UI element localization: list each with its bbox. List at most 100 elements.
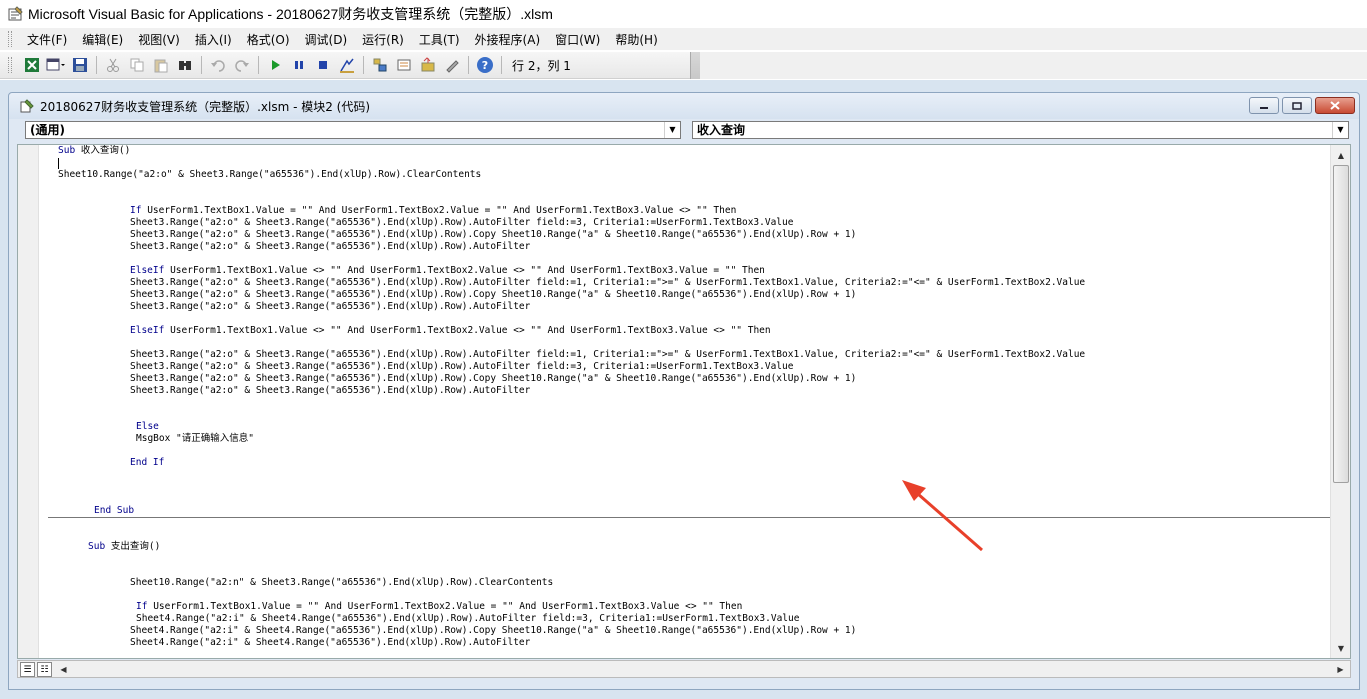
reset-icon[interactable] [313, 55, 333, 75]
code-line[interactable]: End If [130, 457, 164, 469]
procedure-view-icon[interactable]: ☰ [20, 662, 35, 677]
code-line[interactable]: MsgBox "请正确输入信息" [136, 433, 254, 445]
standard-toolbar: ? 行 2，列 1 [0, 52, 700, 79]
code-line[interactable]: Sheet3.Range("a2:o" & Sheet3.Range("a655… [130, 385, 530, 397]
code-line[interactable]: ElseIf UserForm1.TextBox1.Value <> "" An… [130, 325, 771, 337]
menu-tools[interactable]: 工具(T) [412, 29, 467, 50]
find-icon[interactable] [175, 55, 195, 75]
keyword: If [136, 601, 148, 612]
code-line[interactable]: ElseIf UserForm1.TextBox1.Value <> "" An… [130, 265, 765, 277]
menu-run[interactable]: 运行(R) [355, 29, 411, 50]
menu-file[interactable]: 文件(F) [20, 29, 74, 50]
code-line[interactable]: Sheet4.Range("a2:i" & Sheet4.Range("a655… [130, 625, 856, 637]
project-explorer-icon[interactable] [370, 55, 390, 75]
help-icon[interactable]: ? [475, 55, 495, 75]
menu-bar: 文件(F) 编辑(E) 视图(V) 插入(I) 格式(O) 调试(D) 运行(R… [0, 28, 1367, 50]
module-icon [19, 98, 35, 114]
window-controls [1246, 97, 1355, 114]
code-line[interactable]: Else [136, 421, 159, 433]
code-line[interactable]: Sheet3.Range("a2:o" & Sheet3.Range("a655… [130, 349, 1085, 361]
code-line[interactable]: Sub 收入查询() [58, 145, 130, 157]
code-line[interactable]: Sheet3.Range("a2:o" & Sheet3.Range("a655… [130, 373, 856, 385]
keyword: If [130, 205, 142, 216]
scroll-down-icon[interactable]: ▼ [1333, 640, 1349, 656]
object-browser-icon[interactable] [418, 55, 438, 75]
toolbar-grip[interactable] [8, 57, 12, 73]
keyword: Sub [58, 145, 76, 156]
vertical-scrollbar[interactable]: ▲ ▼ [1330, 145, 1350, 658]
object-dropdown[interactable]: (通用) ▼ [25, 121, 681, 139]
code-line[interactable]: If UserForm1.TextBox1.Value = "" And Use… [130, 205, 736, 217]
code-line[interactable]: Sub 支出查询() [88, 541, 160, 553]
restore-button[interactable] [1282, 97, 1312, 114]
menu-insert[interactable]: 插入(I) [188, 29, 239, 50]
margin-indicator-bar[interactable] [18, 145, 39, 658]
scroll-up-icon[interactable]: ▲ [1333, 147, 1349, 163]
code-line[interactable]: Sheet3.Range("a2:o" & Sheet3.Range("a655… [130, 289, 856, 301]
code-line[interactable]: Sheet3.Range("a2:o" & Sheet3.Range("a655… [130, 241, 530, 253]
design-mode-icon[interactable] [337, 55, 357, 75]
break-icon[interactable] [289, 55, 309, 75]
code-line[interactable]: Sheet10.Range("a2:n" & Sheet3.Range("a65… [130, 577, 553, 589]
code-line[interactable]: Sheet3.Range("a2:o" & Sheet3.Range("a655… [130, 301, 530, 313]
menu-edit[interactable]: 编辑(E) [75, 29, 130, 50]
toolbar-separator [501, 56, 502, 74]
undo-icon[interactable] [208, 55, 228, 75]
code-line[interactable]: Sheet3.Range("a2:o" & Sheet3.Range("a655… [130, 229, 856, 241]
code-line[interactable]: Sheet3.Range("a2:o" & Sheet3.Range("a655… [130, 277, 1085, 289]
procedure-separator [48, 517, 1350, 518]
cut-icon[interactable] [103, 55, 123, 75]
toolbar-separator [258, 56, 259, 74]
keyword: Sub [88, 541, 106, 552]
code-text[interactable]: Sub 收入查询() Sheet10.Range("a2:o" & Sheet3… [48, 145, 1350, 658]
close-button[interactable] [1315, 97, 1355, 114]
insert-userform-icon[interactable] [46, 55, 66, 75]
code-window-bottom-bar: ☰ ☷ ◀ ▶ [17, 660, 1351, 678]
toolbar-separator [468, 56, 469, 74]
redo-icon[interactable] [232, 55, 252, 75]
keyword: ElseIf [130, 265, 165, 276]
window-title: Microsoft Visual Basic for Applications … [28, 6, 553, 22]
menu-view[interactable]: 视图(V) [131, 29, 187, 50]
copy-icon[interactable] [127, 55, 147, 75]
menu-debug[interactable]: 调试(D) [298, 29, 355, 50]
code-line[interactable]: Sheet10.Range("a2:o" & Sheet3.Range("a65… [58, 169, 481, 181]
code-line[interactable]: If UserForm1.TextBox1.Value = "" And Use… [136, 601, 742, 613]
paste-icon[interactable] [151, 55, 171, 75]
scrollbar-thumb[interactable] [1333, 165, 1349, 483]
scroll-right-icon[interactable]: ▶ [1333, 662, 1348, 677]
toolbar-options-button[interactable] [690, 52, 700, 79]
code-line[interactable]: Sheet3.Range("a2:o" & Sheet3.Range("a655… [130, 217, 793, 229]
code-line[interactable]: End Sub [94, 505, 134, 517]
code-window-titlebar[interactable]: 20180627财务收支管理系统（完整版）.xlsm - 模块2 (代码) [9, 93, 1359, 119]
vba-app-icon [8, 6, 24, 22]
toolbox-icon[interactable] [442, 55, 462, 75]
scroll-left-icon[interactable]: ◀ [56, 662, 71, 677]
code-editor[interactable]: Sub 收入查询() Sheet10.Range("a2:o" & Sheet3… [17, 144, 1351, 659]
procedure-dropdown[interactable]: 收入查询 ▼ [692, 121, 1349, 139]
chevron-down-icon[interactable]: ▼ [1332, 122, 1348, 138]
code-window-title: 20180627财务收支管理系统（完整版）.xlsm - 模块2 (代码) [40, 99, 371, 114]
properties-icon[interactable] [394, 55, 414, 75]
procedure-dropdown-value: 收入查询 [697, 123, 746, 137]
menu-format[interactable]: 格式(O) [240, 29, 297, 50]
code-line[interactable]: Sheet3.Range("a2:o" & Sheet3.Range("a655… [130, 361, 793, 373]
code-line[interactable]: Sheet4.Range("a2:i" & Sheet4.Range("a655… [136, 613, 799, 625]
chevron-down-icon[interactable]: ▼ [664, 122, 680, 138]
menu-window[interactable]: 窗口(W) [548, 29, 607, 50]
menu-addins[interactable]: 外接程序(A) [468, 29, 548, 50]
keyword: ElseIf [130, 325, 165, 336]
save-icon[interactable] [70, 55, 90, 75]
toolbar-separator [363, 56, 364, 74]
code-line[interactable]: Sheet4.Range("a2:i" & Sheet4.Range("a655… [130, 637, 530, 649]
cursor-position-label: 行 2，列 1 [512, 58, 571, 73]
run-icon[interactable] [265, 55, 285, 75]
toolbar-separator [96, 56, 97, 74]
excel-icon[interactable] [22, 55, 42, 75]
menu-help[interactable]: 帮助(H) [608, 29, 664, 50]
svg-text:?: ? [482, 59, 488, 72]
full-module-view-icon[interactable]: ☷ [37, 662, 52, 677]
minimize-button[interactable] [1249, 97, 1279, 114]
menu-grip[interactable] [8, 31, 12, 47]
object-dropdown-value: (通用) [30, 123, 65, 137]
